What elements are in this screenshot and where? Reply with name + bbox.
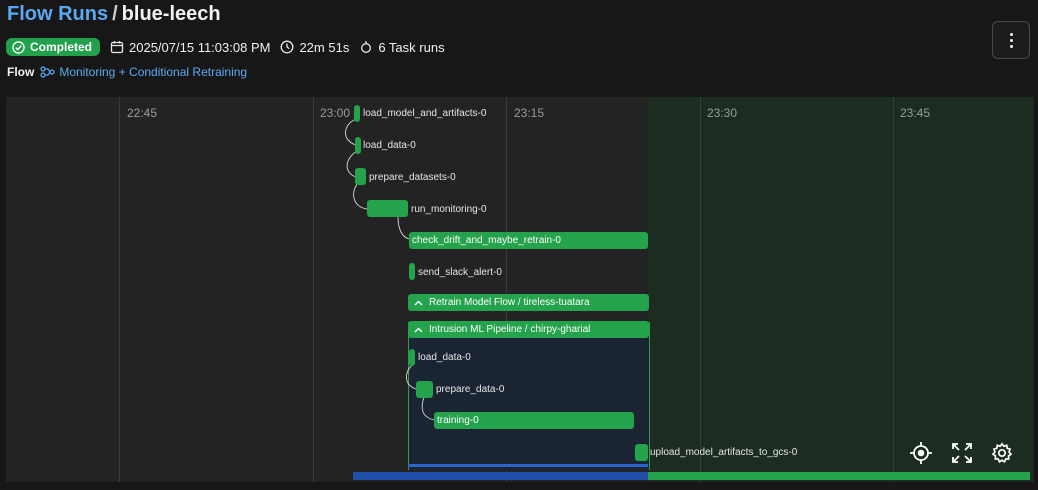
start-time: 2025/07/15 11:03:08 PM — [110, 40, 270, 55]
run-span-bar-past — [353, 472, 648, 480]
breadcrumb-flow-runs[interactable]: Flow Runs — [7, 3, 108, 25]
status-text: Completed — [30, 40, 93, 54]
subflow-task-label-prepare-data: prepare_data-0 — [436, 384, 505, 395]
flow-link[interactable]: Monitoring + Conditional Retraining — [40, 65, 247, 79]
subflow-header-retrain[interactable]: Retrain Model Flow / tireless-tuatara — [408, 294, 649, 311]
start-time-text: 2025/07/15 11:03:08 PM — [129, 39, 271, 55]
breadcrumb-separator: / — [112, 3, 118, 25]
graph-settings-button[interactable] — [989, 440, 1015, 466]
task-label-prepare-datasets: prepare_datasets-0 — [369, 172, 456, 183]
fullscreen-icon — [952, 443, 972, 463]
crosshair-icon — [910, 442, 932, 464]
task-node-load-model[interactable] — [354, 105, 360, 122]
kebab-menu-button[interactable] — [992, 21, 1030, 59]
subflow-title-retrain: Retrain Model Flow / tireless-tuatara — [429, 297, 590, 308]
settings-icon — [991, 442, 1013, 464]
center-view-button[interactable] — [908, 440, 934, 466]
flow-label: Flow — [7, 65, 35, 79]
task-label-load-data: load_data-0 — [363, 140, 416, 151]
subflow-task-node-prepare-data[interactable] — [416, 381, 433, 398]
kebab-menu-icon — [1009, 32, 1013, 36]
task-node-prepare-datasets[interactable] — [355, 168, 366, 185]
task-bar-check-drift[interactable]: check_drift_and_maybe_retrain-0 — [409, 232, 648, 249]
subflow-header-intrusion[interactable]: Intrusion ML Pipeline / chirpy-gharial — [408, 321, 649, 338]
task-node-send-slack-alert[interactable] — [409, 263, 415, 280]
flow-row: Flow Monitoring + Conditional Retraining — [7, 65, 247, 79]
task-label-send-slack-alert: send_slack_alert-0 — [418, 267, 502, 278]
flow-run-name: blue-leech — [121, 3, 221, 25]
task-label-load-model: load_model_and_artifacts-0 — [363, 108, 487, 119]
flow-icon — [40, 66, 55, 78]
clock-icon — [281, 40, 294, 54]
status-badge: Completed — [6, 38, 101, 56]
flow-name: Monitoring + Conditional Retraining — [59, 65, 248, 79]
subflow-task-node-upload-artifacts[interactable] — [635, 444, 648, 461]
duration-text: 22m 51s — [299, 39, 350, 55]
duration: 22m 51s — [280, 40, 349, 55]
check-circle-icon — [12, 40, 25, 54]
task-label-run-monitoring: run_monitoring-0 — [411, 204, 487, 215]
run-meta: Completed 2025/07/15 11:03:08 PM 22m 51s… — [6, 37, 445, 57]
chevron-up-icon — [414, 327, 423, 332]
task-run-count: 6 Task runs — [359, 39, 445, 55]
calendar-icon — [110, 41, 124, 54]
subflow-task-node-load-data[interactable] — [409, 349, 415, 366]
task-run-count-text: 6 Task runs — [378, 39, 445, 55]
subflow-task-label-upload-artifacts: upload_model_artifacts_to_gcs-0 — [650, 447, 798, 458]
page-title: Flow Runs / blue-leech — [7, 3, 221, 26]
subflow-task-label-load-data: load_data-0 — [418, 352, 471, 363]
task-node-load-data[interactable] — [355, 137, 361, 154]
timeline-graph[interactable]: 22:45 23:00 23:15 23:30 23:45 load_model… — [6, 97, 1034, 482]
fullscreen-button[interactable] — [949, 440, 975, 466]
task-node-run-monitoring[interactable] — [367, 200, 408, 217]
subflow-task-bar-training[interactable]: training-0 — [434, 412, 634, 429]
task-run-icon — [361, 41, 372, 53]
run-span-bar-future — [648, 472, 1030, 480]
subflow-title-intrusion: Intrusion ML Pipeline / chirpy-gharial — [429, 324, 591, 335]
chevron-up-icon — [414, 300, 423, 305]
